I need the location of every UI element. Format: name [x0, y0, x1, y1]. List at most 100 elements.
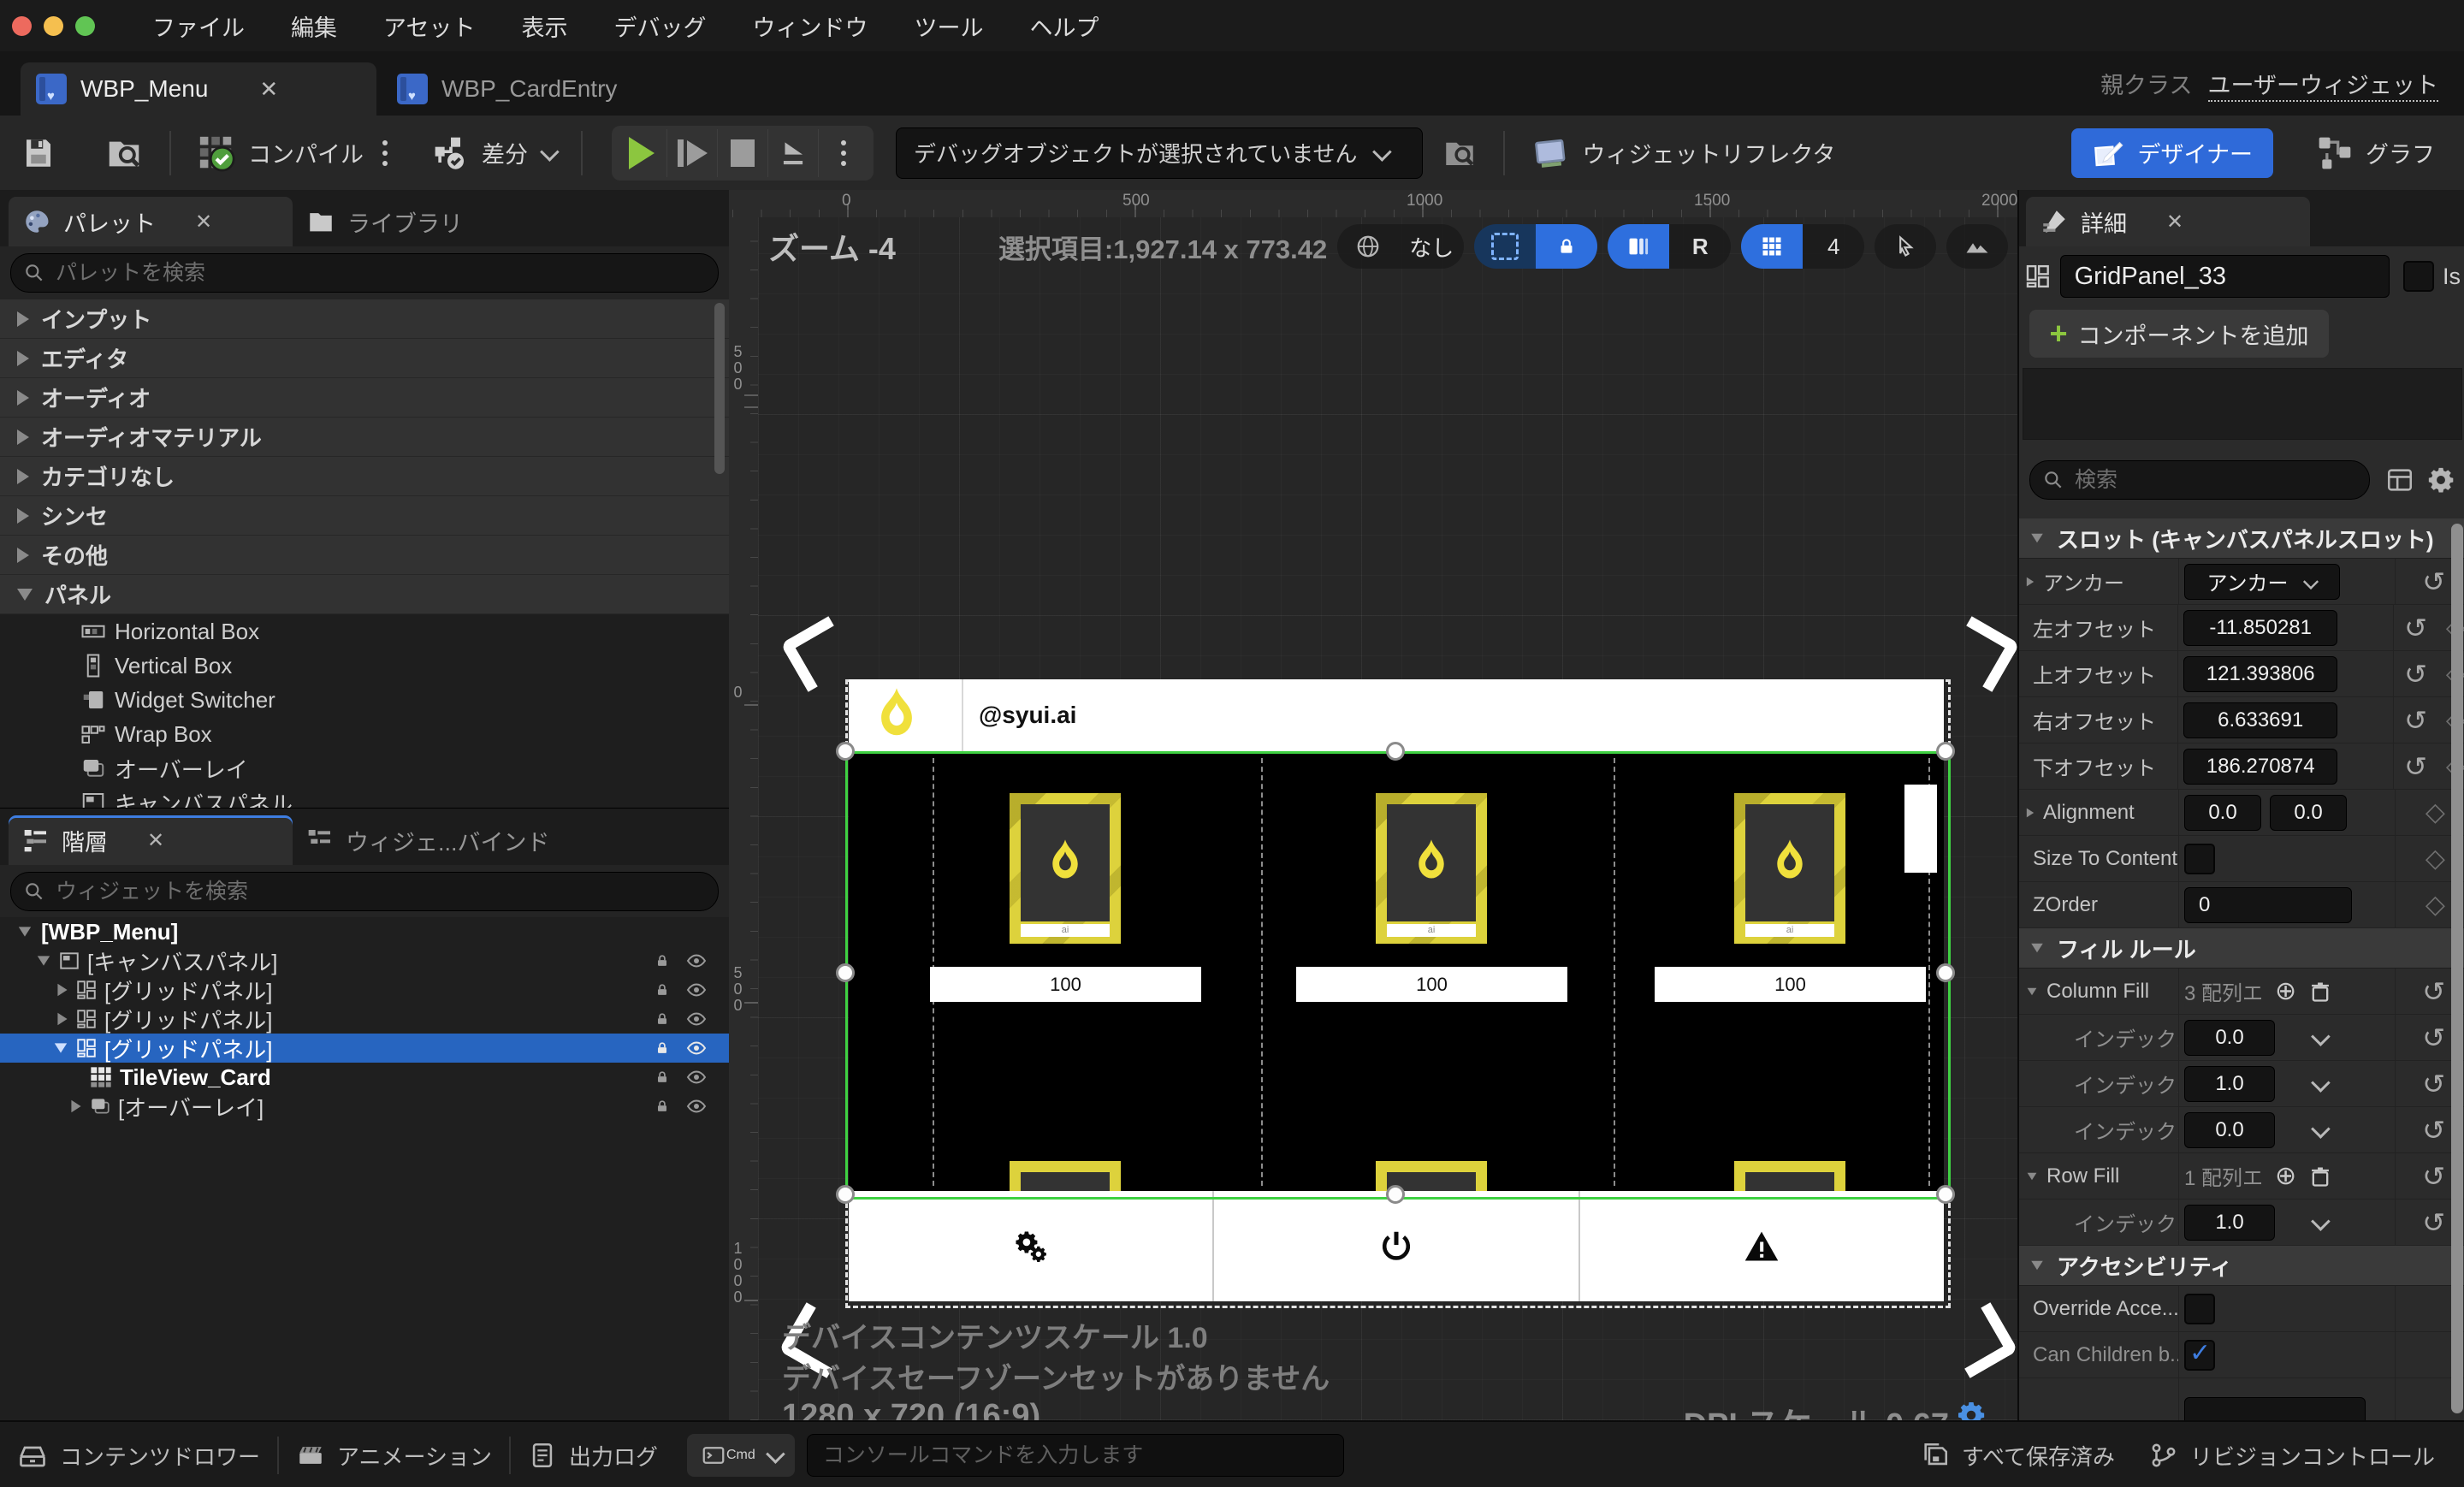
add-element-icon[interactable]: ⊕	[2275, 976, 2296, 1006]
eye-icon[interactable]	[686, 1009, 707, 1029]
compile-button[interactable]: コンパイル	[197, 133, 364, 173]
corner-resize-handle[interactable]	[1942, 1302, 2017, 1378]
tree-row-grid-panel-3-selected[interactable]: [グリッドパネル]	[0, 1034, 729, 1063]
tab-wbp-cardentry[interactable]: WBP_CardEntry	[382, 62, 669, 116]
close-icon[interactable]: ✕	[195, 210, 212, 234]
trash-icon[interactable]	[2308, 980, 2332, 1004]
grid-snap-button[interactable]	[1741, 224, 1804, 269]
eye-icon[interactable]	[686, 980, 707, 1000]
designer-mode-button[interactable]: デザイナー	[2070, 127, 2273, 178]
lock-icon[interactable]	[654, 952, 671, 969]
palette-category-audio[interactable]: オーディオ	[0, 378, 729, 418]
palette-item-vertical-box[interactable]: Vertical Box	[0, 649, 729, 683]
grid-snap-size[interactable]: 4	[1803, 224, 1865, 269]
play-button[interactable]	[617, 128, 667, 177]
eye-icon[interactable]	[686, 951, 707, 971]
palette-category-uncategorized[interactable]: カテゴリなし	[0, 457, 729, 496]
bind-diamond-icon[interactable]: ◇	[2426, 797, 2445, 827]
menu-tools[interactable]: ツール	[914, 9, 983, 43]
section-accessibility[interactable]: アクセシビリティ	[2019, 1246, 2464, 1286]
close-icon[interactable]: ✕	[147, 828, 164, 853]
bind-diamond-icon[interactable]: ◇	[2426, 844, 2445, 874]
lock-icon[interactable]	[654, 1069, 671, 1086]
tree-row-wbp-menu[interactable]: [WBP_Menu]	[0, 917, 729, 946]
stop-button[interactable]	[718, 128, 768, 177]
section-slot[interactable]: スロット (キャンバスパネルスロット)	[2019, 518, 2464, 559]
lock-widget-button[interactable]	[1536, 224, 1598, 269]
resize-handle[interactable]	[1386, 742, 1405, 761]
tree-row-overlay[interactable]: [オーバーレイ]	[0, 1092, 729, 1121]
menu-file[interactable]: ファイル	[152, 9, 245, 43]
override-accessible-checkbox[interactable]	[2184, 1293, 2215, 1324]
save-all-status-button[interactable]: すべて保存済み	[1921, 1440, 2115, 1472]
menu-view[interactable]: 表示	[521, 9, 567, 43]
designer-viewport[interactable]: 0 500 1000 1500 2000 500 0 500 1000 @syu…	[729, 190, 2017, 1420]
anchor-dropdown[interactable]: アンカー	[2184, 563, 2340, 600]
reset-icon[interactable]: ↺	[2422, 978, 2445, 1005]
palette-scrollbar[interactable]	[714, 303, 725, 474]
step-button[interactable]	[667, 128, 718, 177]
browse-to-asset-button[interactable]	[104, 133, 144, 173]
alignment-x-input[interactable]: 0.0	[2184, 794, 2261, 831]
browse-debug-object-button[interactable]	[1442, 135, 1478, 171]
details-search[interactable]	[2029, 460, 2370, 500]
reset-icon[interactable]: ↺	[2404, 753, 2427, 780]
tab-widget-bind[interactable]: ウィジェ...バインド	[293, 815, 564, 865]
debug-object-dropdown[interactable]: デバッグオブジェクトが選択されていません	[896, 127, 1424, 179]
details-scrollbar[interactable]	[2451, 524, 2463, 1413]
revision-control-button[interactable]: リビジョンコントロール	[2149, 1440, 2435, 1472]
lock-icon[interactable]	[654, 1010, 671, 1028]
palette-category-input[interactable]: インプット	[0, 299, 729, 339]
localization-none-button[interactable]: なし	[1399, 224, 1465, 269]
menu-window[interactable]: ウィンドウ	[752, 9, 868, 43]
resize-handle[interactable]	[1386, 1185, 1405, 1204]
corner-resize-handle[interactable]	[1944, 616, 2017, 692]
resize-handle[interactable]	[1936, 963, 1955, 982]
alignment-y-input[interactable]: 0.0	[2270, 794, 2347, 831]
lock-icon[interactable]	[654, 981, 671, 998]
preview-image-button[interactable]	[1946, 224, 2009, 269]
play-options-button[interactable]	[819, 129, 868, 177]
zorder-input[interactable]: 0	[2184, 886, 2352, 923]
reset-icon[interactable]: ↺	[2422, 1024, 2445, 1052]
close-icon[interactable]: ✕	[2166, 210, 2183, 234]
menu-edit[interactable]: 編集	[291, 9, 337, 43]
output-log-button[interactable]: 出力ログ	[528, 1440, 658, 1472]
lock-icon[interactable]	[654, 1098, 671, 1115]
tree-row-grid-panel-2[interactable]: [グリッドパネル]	[0, 1004, 729, 1034]
index-input[interactable]: 1.0	[2184, 1065, 2275, 1102]
add-element-icon[interactable]: ⊕	[2275, 1161, 2296, 1191]
eye-icon[interactable]	[686, 1096, 707, 1117]
resize-handle[interactable]	[1936, 742, 1955, 761]
reset-icon[interactable]: ↺	[2422, 1070, 2445, 1098]
cursor-tool-button[interactable]	[1875, 224, 1937, 269]
content-drawer-button[interactable]: コンテンツドロワー	[17, 1440, 260, 1472]
menu-help[interactable]: ヘルプ	[1029, 9, 1099, 43]
close-tab-icon[interactable]: ✕	[259, 76, 278, 103]
tab-details[interactable]: 詳細 ✕	[2026, 197, 2310, 246]
reset-icon[interactable]: ↺	[2422, 1209, 2445, 1236]
tab-palette[interactable]: パレット ✕	[9, 197, 293, 246]
palette-item-wrap-box[interactable]: Wrap Box	[0, 717, 729, 751]
r-toggle-button[interactable]: R	[1669, 224, 1732, 269]
resize-handle[interactable]	[836, 1185, 855, 1204]
is-variable-checkbox[interactable]	[2402, 261, 2434, 292]
maximize-window-button[interactable]	[75, 15, 95, 36]
compile-options-icon[interactable]	[382, 139, 388, 166]
console-type-dropdown[interactable]: Cmd	[687, 1434, 795, 1477]
hierarchy-search-input[interactable]	[54, 878, 706, 905]
index-input[interactable]: 1.0	[2184, 1204, 2275, 1241]
eye-icon[interactable]	[686, 1038, 707, 1058]
settings-gear-icon[interactable]	[2426, 465, 2455, 495]
property-matrix-icon[interactable]	[2385, 465, 2414, 495]
tile-list-scrollbar[interactable]	[1904, 785, 1937, 873]
hierarchy-search[interactable]	[10, 872, 719, 911]
palette-search[interactable]	[10, 253, 719, 293]
details-search-input[interactable]	[2073, 466, 2357, 494]
tree-row-canvas-panel[interactable]: [キャンバスパネル]	[0, 946, 729, 975]
resize-handle[interactable]	[836, 742, 855, 761]
tab-wbp-menu[interactable]: WBP_Menu ✕	[21, 62, 376, 116]
palette-category-audio-material[interactable]: オーディオマテリアル	[0, 418, 729, 457]
palette-item-overlay[interactable]: オーバーレイ	[0, 751, 729, 785]
tab-hierarchy[interactable]: 階層 ✕	[9, 815, 293, 865]
